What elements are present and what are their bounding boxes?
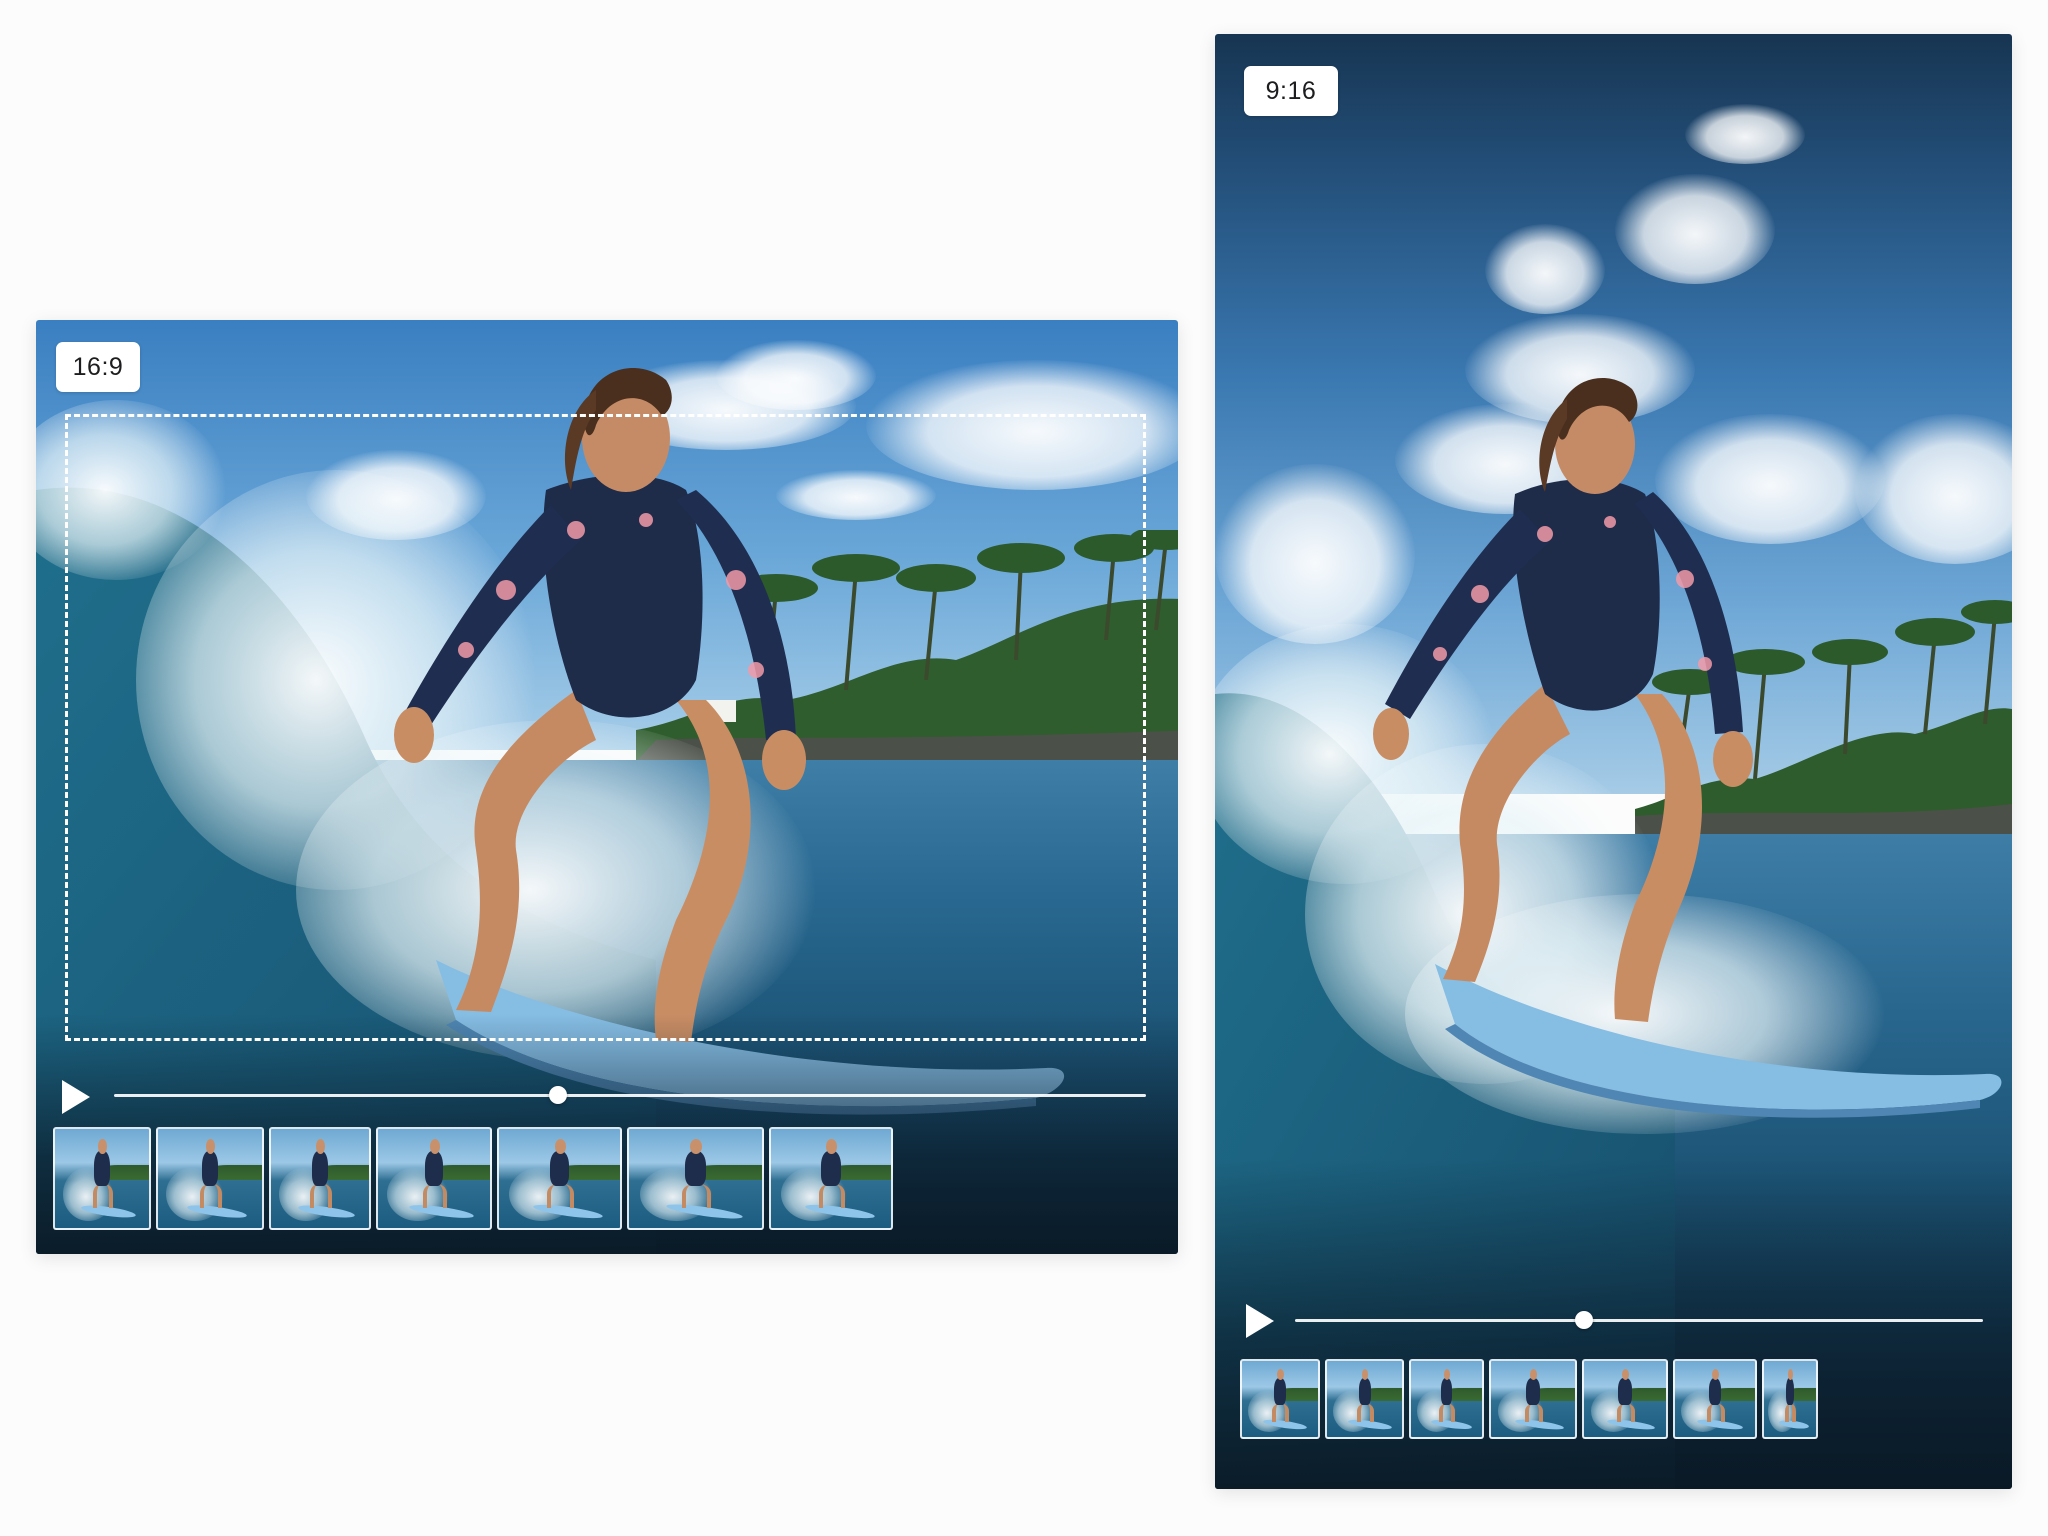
filmstrip-frame[interactable] — [1409, 1359, 1484, 1439]
filmstrip-frame[interactable] — [1582, 1359, 1668, 1439]
video-frame — [1215, 34, 2012, 1489]
filmstrip-frame[interactable] — [53, 1127, 151, 1230]
filmstrip-frame[interactable] — [1325, 1359, 1404, 1439]
scrubber-track[interactable] — [114, 1086, 1146, 1104]
filmstrip-frame[interactable] — [156, 1127, 264, 1230]
scrubber-track[interactable] — [1295, 1311, 1983, 1329]
surfer-illustration — [1215, 377, 2002, 1489]
filmstrip — [1240, 1359, 1988, 1439]
filmstrip — [53, 1127, 1163, 1230]
scrubber-handle[interactable] — [1574, 1311, 1593, 1329]
play-icon[interactable] — [1246, 1304, 1274, 1338]
filmstrip-frame[interactable] — [376, 1127, 492, 1230]
play-icon[interactable] — [62, 1080, 90, 1114]
filmstrip-frame[interactable] — [1673, 1359, 1757, 1439]
aspect-ratio-badge: 16:9 — [56, 342, 140, 392]
aspect-ratio-comparison: 16:9 9:16 — [0, 0, 2048, 1536]
filmstrip-frame[interactable] — [627, 1127, 764, 1230]
filmstrip-frame[interactable] — [269, 1127, 371, 1230]
filmstrip-frame[interactable] — [769, 1127, 893, 1230]
filmstrip-frame[interactable] — [497, 1127, 622, 1230]
filmstrip-frame[interactable] — [1240, 1359, 1320, 1439]
portrait-video-player[interactable]: 9:16 — [1215, 34, 2012, 1489]
crop-frame[interactable] — [65, 414, 1146, 1041]
landscape-video-player[interactable]: 16:9 — [36, 320, 1178, 1254]
scrubber-handle[interactable] — [548, 1086, 567, 1104]
aspect-ratio-badge: 9:16 — [1244, 66, 1338, 116]
filmstrip-frame[interactable] — [1762, 1359, 1818, 1439]
filmstrip-frame[interactable] — [1489, 1359, 1577, 1439]
